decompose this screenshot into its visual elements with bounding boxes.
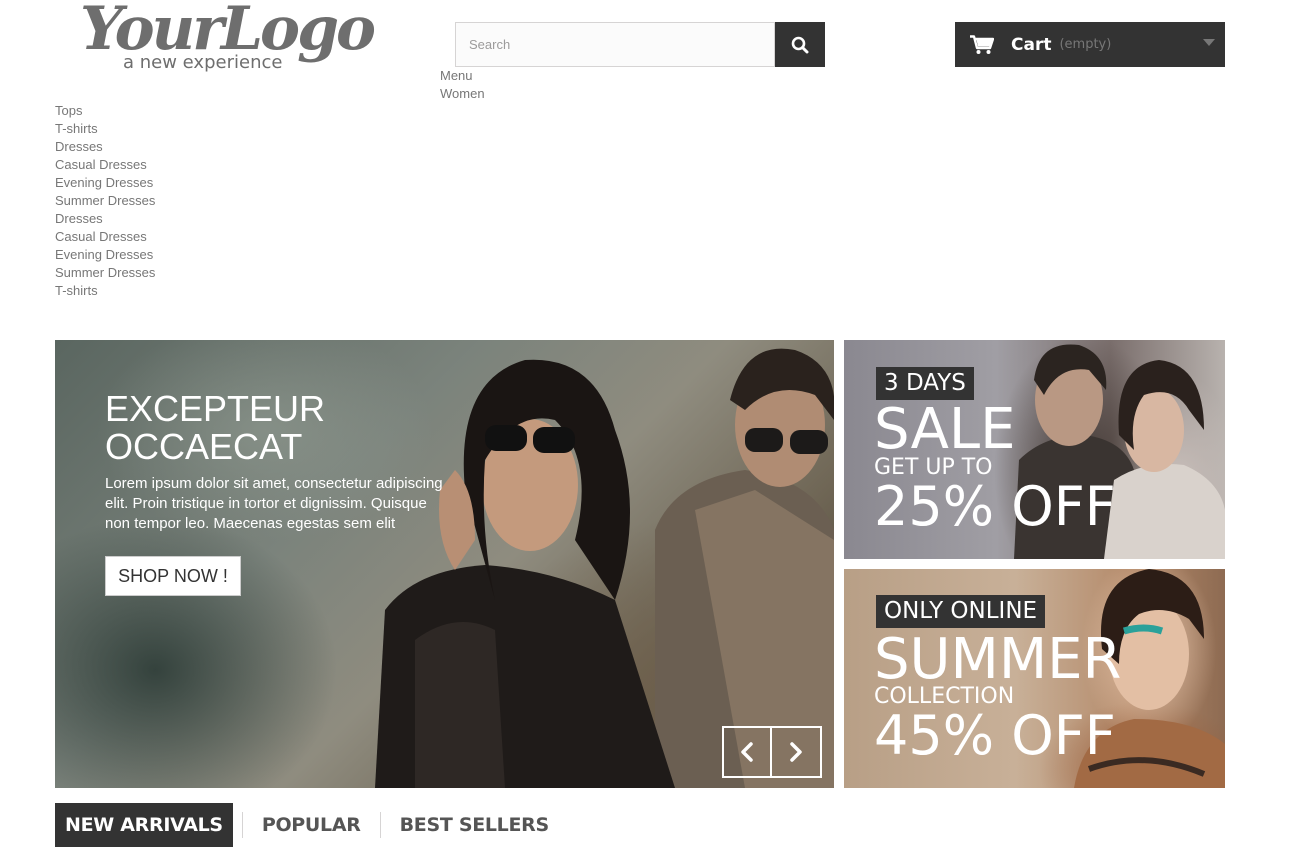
- category-item[interactable]: Summer Dresses: [55, 192, 155, 210]
- slide-text: Lorem ipsum dolor sit amet, consectetur …: [105, 475, 443, 532]
- promo-banner-summer[interactable]: ONLY ONLINE SUMMER COLLECTION 45% OFF: [844, 569, 1225, 788]
- category-item[interactable]: Casual Dresses: [55, 156, 155, 174]
- tab-new-arrivals[interactable]: NEW ARRIVALS: [55, 803, 233, 847]
- promo-tag: 3 DAYS: [876, 367, 974, 400]
- category-item[interactable]: Evening Dresses: [55, 174, 155, 192]
- promo-headline: SUMMER: [874, 627, 1122, 692]
- shop-now-button[interactable]: SHOP NOW !: [105, 556, 241, 596]
- chevron-left-icon: [741, 742, 753, 762]
- slide-title: EXCEPTEUR OCCAECAT: [105, 388, 326, 467]
- logo-tagline: a new experience: [123, 52, 283, 73]
- tab-popular[interactable]: POPULAR: [252, 803, 371, 847]
- search-input[interactable]: [455, 22, 775, 67]
- promo-offer: 25% OFF: [874, 475, 1116, 538]
- slider-nav: [722, 726, 822, 778]
- caret-down-icon[interactable]: [1203, 39, 1215, 47]
- slider-next-button[interactable]: [772, 726, 822, 778]
- menu-item-women[interactable]: Women: [440, 85, 485, 103]
- slider-prev-button[interactable]: [722, 726, 772, 778]
- category-item[interactable]: Tops: [55, 102, 155, 120]
- search-button[interactable]: [775, 22, 825, 67]
- search-form: [455, 22, 825, 67]
- category-item[interactable]: Evening Dresses: [55, 246, 155, 264]
- cart-status: (empty): [1059, 37, 1112, 52]
- cart-button[interactable]: Cart (empty): [955, 22, 1225, 67]
- tab-divider: [241, 812, 243, 838]
- category-item[interactable]: Summer Dresses: [55, 264, 155, 282]
- top-menu: Menu Women: [440, 67, 485, 103]
- promo-headline: SALE: [874, 397, 1016, 462]
- promo-offer: 45% OFF: [874, 704, 1116, 767]
- category-item[interactable]: T-shirts: [55, 282, 155, 300]
- tab-best-sellers[interactable]: BEST SELLERS: [390, 803, 559, 847]
- cart-label: Cart: [1011, 34, 1052, 55]
- product-tabs: NEW ARRIVALS POPULAR BEST SELLERS: [55, 803, 559, 847]
- promo-banner-sale[interactable]: 3 DAYS SALE GET UP TO 25% OFF: [844, 340, 1225, 559]
- category-item[interactable]: Casual Dresses: [55, 228, 155, 246]
- homepage-slider[interactable]: EXCEPTEUR OCCAECAT Lorem ipsum dolor sit…: [55, 340, 834, 788]
- category-item[interactable]: Dresses: [55, 210, 155, 228]
- menu-item-menu[interactable]: Menu: [440, 67, 485, 85]
- category-list: Tops T-shirts Dresses Casual Dresses Eve…: [55, 102, 155, 300]
- category-item[interactable]: Dresses: [55, 138, 155, 156]
- site-logo[interactable]: YourLogo a new experience: [80, 0, 376, 80]
- search-icon: [791, 36, 809, 53]
- category-item[interactable]: T-shirts: [55, 120, 155, 138]
- cart-icon: [970, 34, 994, 54]
- chevron-right-icon: [790, 742, 802, 762]
- promo-tag: ONLY ONLINE: [876, 595, 1046, 628]
- tab-divider: [379, 812, 381, 838]
